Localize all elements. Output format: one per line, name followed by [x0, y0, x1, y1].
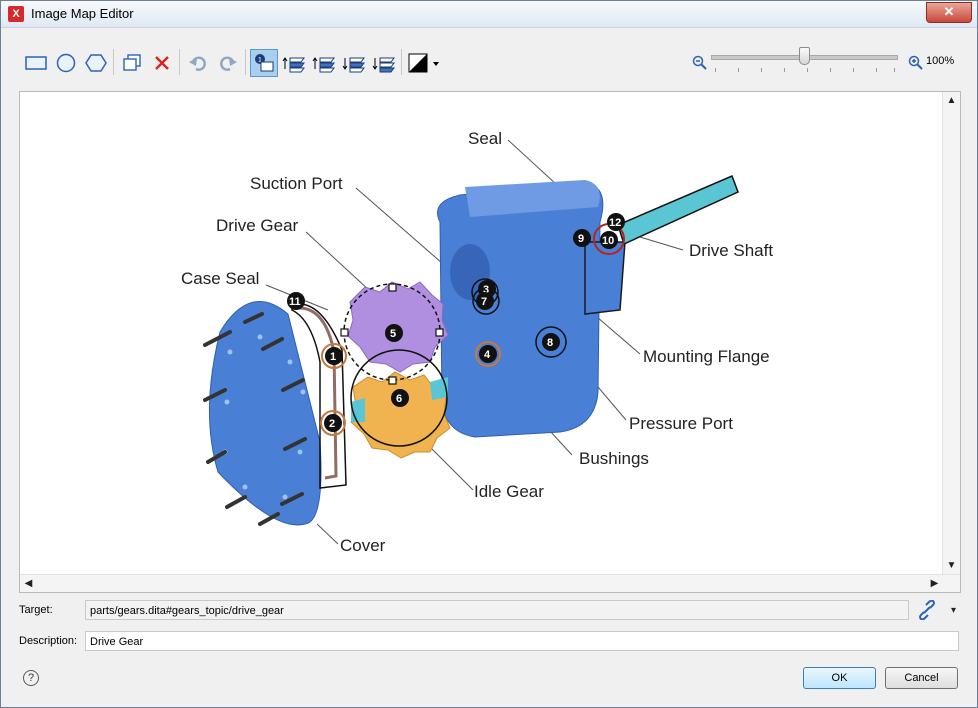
- toolbar-separator: [401, 49, 402, 75]
- hotspot-label-5[interactable]: 5: [390, 328, 396, 340]
- send-backward-icon[interactable]: [340, 49, 368, 77]
- bring-to-front-icon[interactable]: [280, 49, 308, 77]
- gear-pump-diagram: 1 2 3 4 5 6 7 8 9 10 11 12 Seal Suction …: [181, 129, 773, 555]
- label-seal: Seal: [468, 129, 502, 148]
- toolbar-separator: [245, 49, 246, 75]
- hotspot-label-6[interactable]: 6: [396, 393, 402, 405]
- slider-tick: [894, 68, 895, 72]
- polygon-tool-icon[interactable]: [82, 49, 110, 77]
- bring-forward-icon[interactable]: [310, 49, 338, 77]
- scroll-right-icon[interactable]: ▶: [926, 575, 943, 592]
- zoom-slider-thumb[interactable]: [799, 47, 810, 65]
- horizontal-scrollbar[interactable]: ◀ ▶: [20, 574, 960, 592]
- hotspot-label-12[interactable]: 12: [609, 217, 621, 229]
- contrast-icon[interactable]: [406, 49, 442, 77]
- zoom-out-icon[interactable]: [686, 49, 714, 77]
- hotspot-label-8[interactable]: 8: [547, 337, 553, 349]
- slider-tick: [738, 68, 739, 72]
- hotspot-label-11[interactable]: 11: [289, 296, 301, 308]
- slider-tick: [761, 68, 762, 72]
- scroll-up-icon[interactable]: ▲: [943, 92, 960, 109]
- label-suction-port: Suction Port: [250, 174, 343, 193]
- label-mounting-flange: Mounting Flange: [643, 347, 770, 366]
- toolbar: 1 100%: [18, 43, 963, 79]
- label-drive-gear: Drive Gear: [216, 216, 299, 235]
- hotspot-label-10[interactable]: 10: [602, 235, 614, 247]
- target-field[interactable]: parts/gears.dita#gears_topic/drive_gear: [85, 600, 909, 620]
- window-title: Image Map Editor: [31, 6, 134, 21]
- redo-icon[interactable]: [214, 49, 242, 77]
- slider-tick: [830, 68, 831, 72]
- vertical-scrollbar[interactable]: ▲ ▼: [942, 92, 960, 574]
- send-to-back-icon[interactable]: [370, 49, 398, 77]
- description-label: Description:: [19, 635, 78, 647]
- label-drive-shaft: Drive Shaft: [689, 241, 773, 260]
- delete-icon[interactable]: [148, 49, 176, 77]
- duplicate-icon[interactable]: [118, 49, 146, 77]
- link-icon[interactable]: [915, 598, 939, 622]
- zoom-level: 100%: [926, 55, 955, 67]
- image-canvas[interactable]: 1 2 3 4 5 6 7 8 9 10 11 12 Seal Suction …: [19, 91, 961, 593]
- slider-tick: [807, 68, 808, 72]
- hotspot-label-1[interactable]: 1: [330, 351, 336, 363]
- label-cover: Cover: [340, 536, 386, 555]
- close-button[interactable]: ✕: [926, 2, 972, 23]
- label-bushings: Bushings: [579, 449, 649, 468]
- hotspot-label-9[interactable]: 9: [578, 233, 584, 245]
- image-map-editor-window: X Image Map Editor ✕ 1 100% 1 2 3 4 5 6 …: [0, 0, 978, 708]
- hotspot-label-7[interactable]: 7: [481, 296, 487, 308]
- label-case-seal: Case Seal: [181, 269, 259, 288]
- toolbar-separator: [179, 49, 180, 75]
- slider-tick: [715, 68, 716, 72]
- undo-icon[interactable]: [184, 49, 212, 77]
- hotspot-label-2[interactable]: 2: [329, 418, 335, 430]
- rectangle-tool-icon[interactable]: [22, 49, 50, 77]
- ok-button[interactable]: OK: [803, 667, 876, 689]
- label-pressure-port: Pressure Port: [629, 414, 733, 433]
- label-idle-gear: Idle Gear: [474, 482, 544, 501]
- link-dropdown-icon[interactable]: ▾: [945, 602, 962, 619]
- title-bar: X Image Map Editor ✕: [1, 1, 977, 28]
- slider-tick: [853, 68, 854, 72]
- slider-tick: [876, 68, 877, 72]
- target-label: Target:: [19, 604, 53, 616]
- description-field[interactable]: Drive Gear: [85, 631, 959, 651]
- help-icon[interactable]: ?: [23, 670, 39, 686]
- toolbar-separator: [113, 49, 114, 75]
- scroll-left-icon[interactable]: ◀: [20, 575, 37, 592]
- scroll-down-icon[interactable]: ▼: [943, 557, 960, 574]
- slider-tick: [784, 68, 785, 72]
- hotspot-label-4[interactable]: 4: [484, 349, 491, 361]
- circle-tool-icon[interactable]: [52, 49, 80, 77]
- app-icon: X: [8, 6, 24, 22]
- cancel-button[interactable]: Cancel: [885, 667, 958, 689]
- show-numbers-icon[interactable]: 1: [250, 49, 278, 77]
